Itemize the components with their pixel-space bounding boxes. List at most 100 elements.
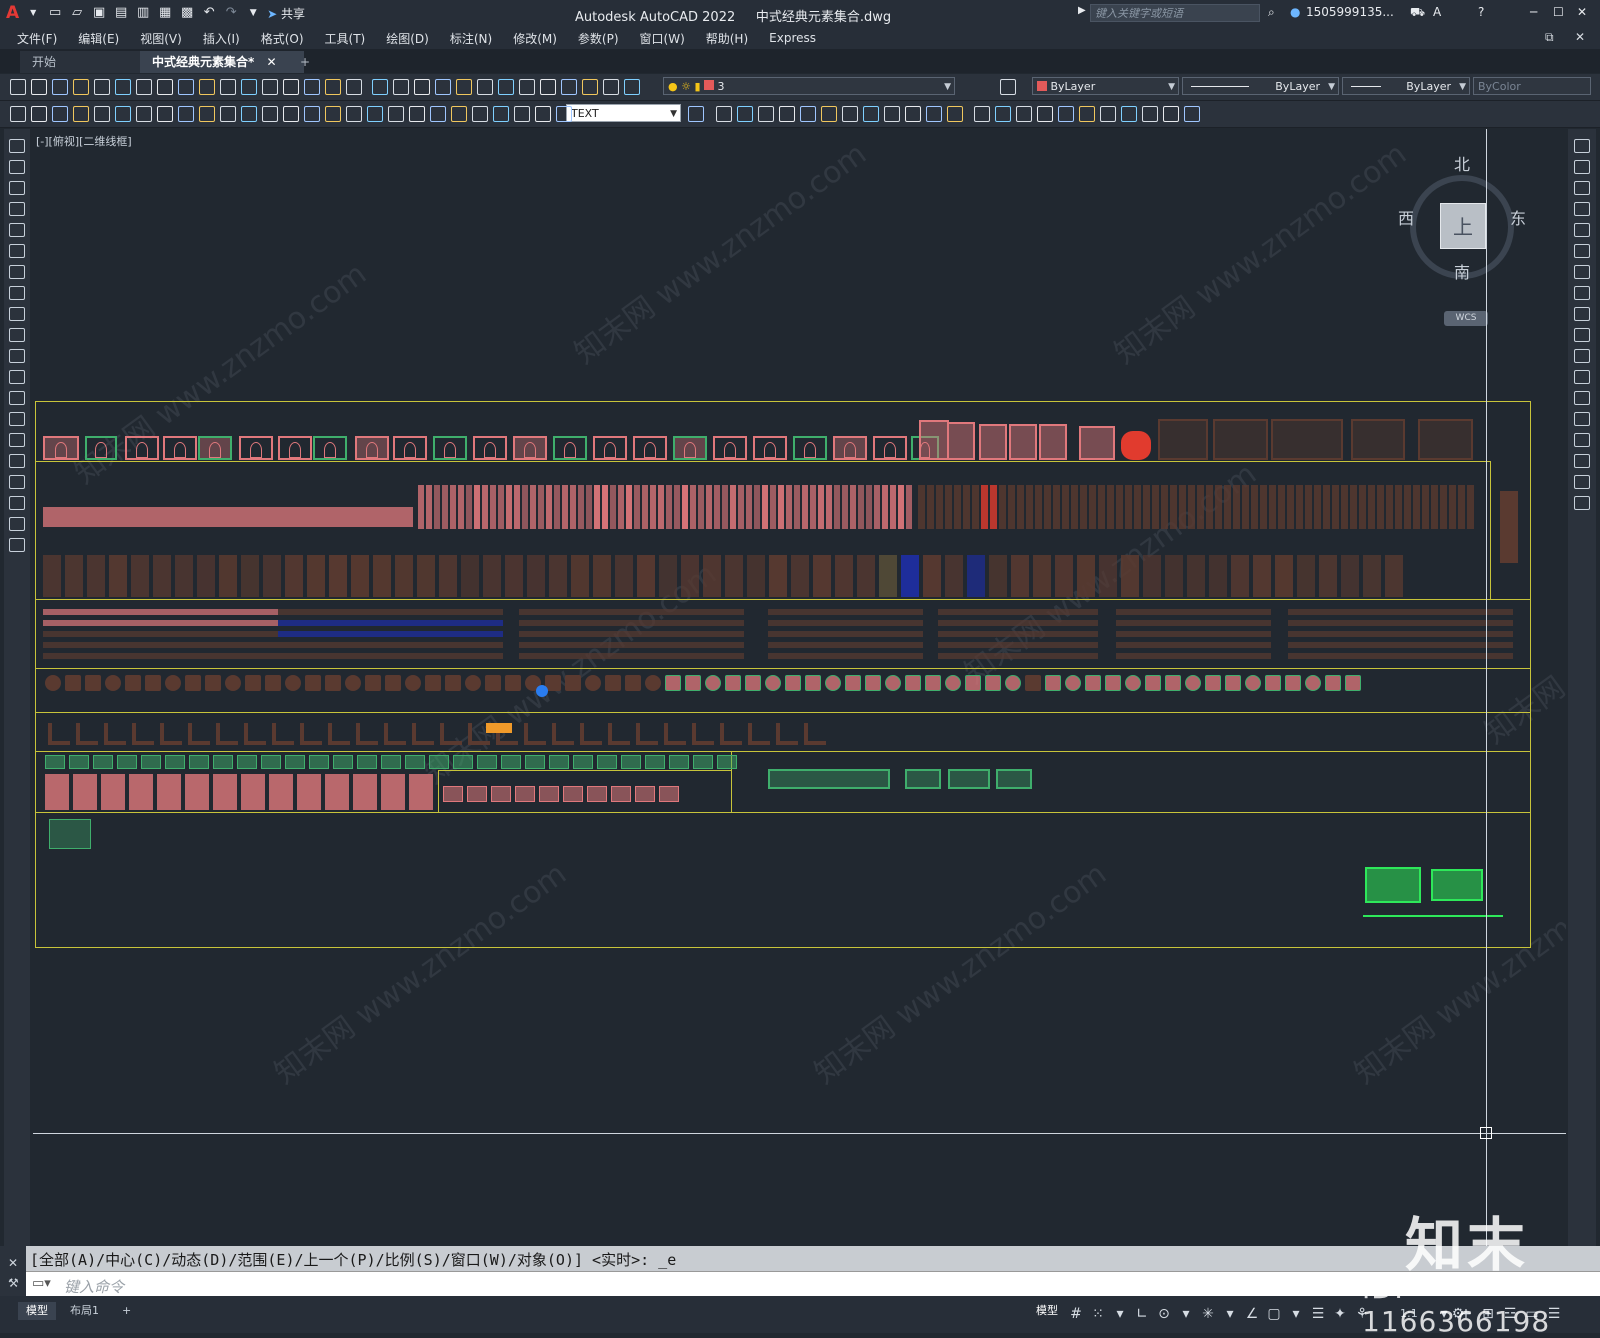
toolbar-icon[interactable] — [346, 79, 362, 95]
menu-insert[interactable]: 插入(I) — [203, 30, 240, 47]
toolbar-icon[interactable] — [430, 106, 446, 122]
toolbar-icon[interactable] — [540, 79, 556, 95]
status-toggle-icon[interactable]: ✳ — [1200, 1306, 1216, 1322]
modify-tool-icon[interactable] — [1574, 391, 1590, 405]
toolbar-icon[interactable] — [199, 106, 215, 122]
compass-west[interactable]: 西 — [1398, 205, 1414, 229]
modify-tool-icon[interactable] — [1574, 307, 1590, 321]
toolbar-icon[interactable] — [863, 106, 879, 122]
toolbar-icon[interactable] — [94, 79, 110, 95]
draw-tool-icon[interactable] — [9, 265, 25, 279]
toolbar-icon[interactable] — [262, 79, 278, 95]
toolbar-icon[interactable] — [220, 106, 236, 122]
text-style-dropdown[interactable]: TEXT ▼ — [566, 104, 681, 122]
toolbar-icon[interactable] — [304, 79, 320, 95]
toolbar-icon[interactable] — [1142, 106, 1158, 122]
export-icon[interactable]: ▦ — [157, 5, 173, 21]
toolbar-icon[interactable] — [472, 106, 488, 122]
toolbar-icon[interactable] — [241, 79, 257, 95]
draw-tool-icon[interactable] — [9, 160, 25, 174]
status-toggle-icon[interactable]: ∠ — [1244, 1306, 1260, 1322]
new-tab-button[interactable]: + — [288, 51, 322, 73]
menu-file[interactable]: 文件(F) — [17, 30, 57, 47]
toolbar-icon[interactable] — [688, 106, 704, 122]
tab-model[interactable]: 模型 — [18, 1302, 56, 1320]
viewport-label[interactable]: [-][俯视][二维线框] — [36, 133, 132, 149]
menu-modify[interactable]: 修改(M) — [513, 30, 557, 47]
modify-tool-icon[interactable] — [1574, 433, 1590, 447]
toolbar-icon[interactable] — [157, 106, 173, 122]
customize-icon[interactable]: ▼ — [245, 5, 261, 21]
toolbar-icon[interactable] — [157, 79, 173, 95]
menu-dimension[interactable]: 标注(N) — [450, 30, 492, 47]
draw-tool-icon[interactable] — [9, 433, 25, 447]
toolbar-icon[interactable] — [1121, 106, 1137, 122]
modify-tool-icon[interactable] — [1574, 454, 1590, 468]
draw-tool-icon[interactable] — [9, 475, 25, 489]
viewcube[interactable]: 上 北 西 东 南 WCS — [1398, 151, 1526, 326]
toolbar-icon[interactable] — [73, 106, 89, 122]
color-dropdown[interactable]: ByLayer ▼ — [1032, 77, 1179, 95]
modify-tool-icon[interactable] — [1574, 496, 1590, 510]
toolbar-icon[interactable] — [995, 106, 1011, 122]
open-folder-icon[interactable]: ▱ — [69, 5, 85, 21]
toolbar-icon[interactable] — [821, 106, 837, 122]
toolbar-icon[interactable] — [31, 106, 47, 122]
toolbar-icon[interactable] — [393, 79, 409, 95]
model-space-button[interactable]: 模型 — [1028, 1302, 1066, 1320]
toolbar-icon[interactable] — [1184, 106, 1200, 122]
toolbar-icon[interactable] — [947, 106, 963, 122]
drawing-viewport[interactable]: [-][俯视][二维线框] 知末网 www.znzmo.com 知末网 www.… — [33, 129, 1566, 1246]
toolbar-icon[interactable] — [1079, 106, 1095, 122]
autodesk-account-icon[interactable]: A — [1433, 5, 1441, 19]
viewcube-top-face[interactable]: 上 — [1440, 203, 1486, 249]
toolbar-icon[interactable] — [779, 106, 795, 122]
modify-tool-icon[interactable] — [1574, 349, 1590, 363]
toolbar-icon[interactable] — [519, 79, 535, 95]
publish-icon[interactable]: ▥ — [135, 5, 151, 21]
toolbar-icon[interactable] — [220, 79, 236, 95]
menu-view[interactable]: 视图(V) — [140, 30, 182, 47]
maximize-icon[interactable]: ☐ — [1553, 5, 1564, 19]
toolbar-icon[interactable] — [603, 79, 619, 95]
toolbar-icon[interactable] — [372, 79, 388, 95]
toolbar-icon[interactable] — [241, 106, 257, 122]
compass-north[interactable]: 北 — [1454, 151, 1470, 175]
toolbar-icon[interactable] — [199, 79, 215, 95]
draw-tool-icon[interactable] — [9, 244, 25, 258]
draw-tool-icon[interactable] — [9, 412, 25, 426]
command-line[interactable]: ▭▾ 键入命令 — [0, 1271, 1600, 1297]
layer-dropdown[interactable]: ● ☼ ▮ 3 ▼ — [663, 77, 955, 95]
status-toggle-icon[interactable]: ☰ — [1310, 1306, 1326, 1322]
save-icon[interactable]: ▣ — [91, 5, 107, 21]
menu-express[interactable]: Express — [769, 31, 816, 45]
toolbar-icon[interactable] — [624, 79, 640, 95]
toolbar-icon[interactable] — [414, 79, 430, 95]
save-as-icon[interactable]: ▤ — [113, 5, 129, 21]
toolbar-icon[interactable] — [136, 79, 152, 95]
add-layout-button[interactable]: + — [114, 1302, 139, 1320]
toolbar-icon[interactable] — [535, 106, 551, 122]
draw-tool-icon[interactable] — [9, 286, 25, 300]
modify-tool-icon[interactable] — [1574, 139, 1590, 153]
toolbar-icon[interactable] — [325, 79, 341, 95]
toolbar-icon[interactable] — [1100, 106, 1116, 122]
tab-drawing[interactable]: 中式经典元素集合* ✕ — [140, 51, 304, 73]
toolbar-icon[interactable] — [842, 106, 858, 122]
toolbar-icon[interactable] — [561, 79, 577, 95]
modify-tool-icon[interactable] — [1574, 181, 1590, 195]
close-drawing-icon[interactable]: ✕ — [1575, 30, 1585, 44]
status-toggle-icon[interactable]: ✦ — [1332, 1306, 1348, 1322]
toolbar-icon[interactable] — [1037, 106, 1053, 122]
toolbar-icon[interactable] — [283, 79, 299, 95]
menu-help[interactable]: 帮助(H) — [706, 30, 748, 47]
status-toggle-icon[interactable]: ▢ — [1266, 1306, 1282, 1322]
status-toggle-icon[interactable]: ▾ — [1222, 1306, 1238, 1322]
menu-edit[interactable]: 编辑(E) — [78, 30, 119, 47]
toolbar-icon[interactable] — [409, 106, 425, 122]
minimize-icon[interactable]: ─ — [1530, 5, 1537, 19]
toolbar-icon[interactable] — [388, 106, 404, 122]
status-toggle-icon[interactable]: # — [1068, 1306, 1084, 1322]
toolbar-icon[interactable] — [73, 79, 89, 95]
user-name[interactable]: 1505999135... — [1306, 5, 1394, 19]
